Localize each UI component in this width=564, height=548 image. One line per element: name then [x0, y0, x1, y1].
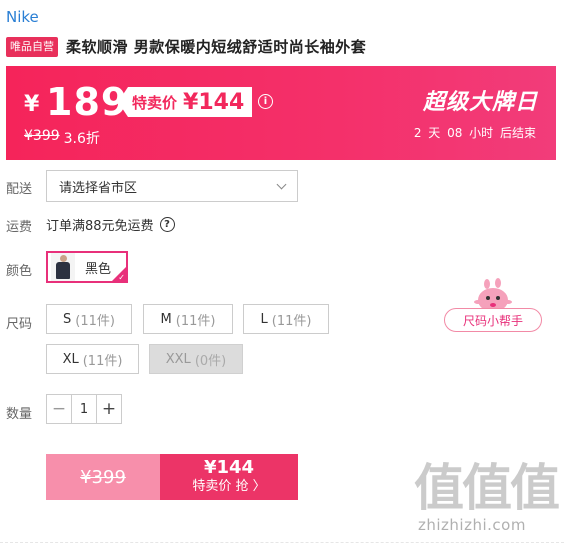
divider [0, 542, 564, 543]
region-select[interactable]: 请选择省市区 [46, 170, 298, 202]
special-price-label: 特卖价 [132, 93, 178, 112]
info-icon[interactable]: i [258, 94, 273, 109]
buy-label: 特卖价 抢 〉 [192, 479, 266, 494]
current-price: 189 [46, 80, 129, 124]
size-name: L [260, 311, 268, 327]
product-title-row: 唯品自营 柔软顺滑 男款保暖内短绒舒适时尚长袖外套 [6, 36, 366, 57]
product-thumbnail [51, 253, 75, 281]
watermark-logo: 值值值 [414, 459, 560, 517]
color-label: 颜色 [6, 264, 33, 279]
color-option-label: 黑色 [85, 261, 112, 277]
quantity-stepper: − 1 + [46, 394, 122, 424]
size-option-l[interactable]: L (11件) [243, 304, 329, 334]
delivery-label: 配送 [6, 182, 33, 197]
size-stock: (11件) [82, 353, 123, 369]
buy-original-price: ¥399 [80, 466, 126, 488]
currency-symbol: ¥ [24, 92, 40, 117]
size-helper[interactable]: 尺码小帮手 [444, 278, 542, 334]
promo-countdown: 2 天 08 小时 后结束 [413, 126, 536, 140]
help-icon[interactable]: ? [159, 217, 175, 232]
original-price-row: ¥399 3.6折 [24, 128, 100, 148]
size-stock: (0件) [194, 353, 227, 369]
size-option-xxl: XXL (0件) [149, 344, 243, 374]
special-price-value: ¥144 [183, 89, 245, 115]
discount-rate: 3.6折 [63, 131, 100, 147]
original-price: ¥399 [24, 128, 60, 144]
size-option-s[interactable]: S (11件) [46, 304, 132, 334]
size-name: XL [62, 351, 79, 367]
price-banner: ¥ 189 特卖价 ¥144 i ¥399 3.6折 超级大牌日 2 天 08 … [6, 66, 556, 160]
size-option-xl[interactable]: XL (11件) [46, 344, 139, 374]
size-name: M [160, 311, 172, 327]
buy-now-button[interactable]: ¥144 特卖价 抢 〉 [160, 454, 298, 500]
size-stock: (11件) [175, 313, 216, 329]
watermark: 值值值 zhizhizhi.com [414, 460, 560, 544]
size-stock: (11件) [75, 313, 115, 329]
promo-title: 超级大牌日 [422, 90, 538, 115]
quantity-input[interactable]: 1 [71, 395, 97, 423]
brand-link[interactable]: Nike [6, 8, 39, 26]
size-helper-button[interactable]: 尺码小帮手 [444, 308, 542, 332]
size-name: XXL [165, 351, 191, 367]
region-select-value: 请选择省市区 [59, 180, 138, 196]
minus-button[interactable]: − [47, 395, 71, 423]
original-price-button[interactable]: ¥399 [46, 454, 160, 500]
buy-price: ¥144 [203, 457, 255, 478]
plus-button[interactable]: + [97, 395, 121, 423]
special-price-tag: 特卖价 ¥144 [118, 87, 253, 117]
size-label: 尺码 [6, 317, 33, 332]
size-stock: (11件) [271, 313, 312, 329]
shipping-info: 订单满88元免运费 ? [46, 215, 175, 234]
color-option-black[interactable]: 黑色 ✓ [46, 251, 128, 283]
product-title: 柔软顺滑 男款保暖内短绒舒适时尚长袖外套 [66, 38, 367, 56]
quantity-label: 数量 [6, 407, 33, 422]
size-option-m[interactable]: M (11件) [143, 304, 233, 334]
watermark-url: zhizhizhi.com [418, 516, 526, 534]
chevron-down-icon [276, 179, 287, 189]
shipping-label: 运费 [6, 220, 33, 235]
shipping-text: 订单满88元免运费 [46, 219, 154, 234]
size-name: S [63, 311, 72, 327]
check-icon: ✓ [118, 273, 125, 282]
self-operated-badge: 唯品自营 [6, 36, 58, 57]
